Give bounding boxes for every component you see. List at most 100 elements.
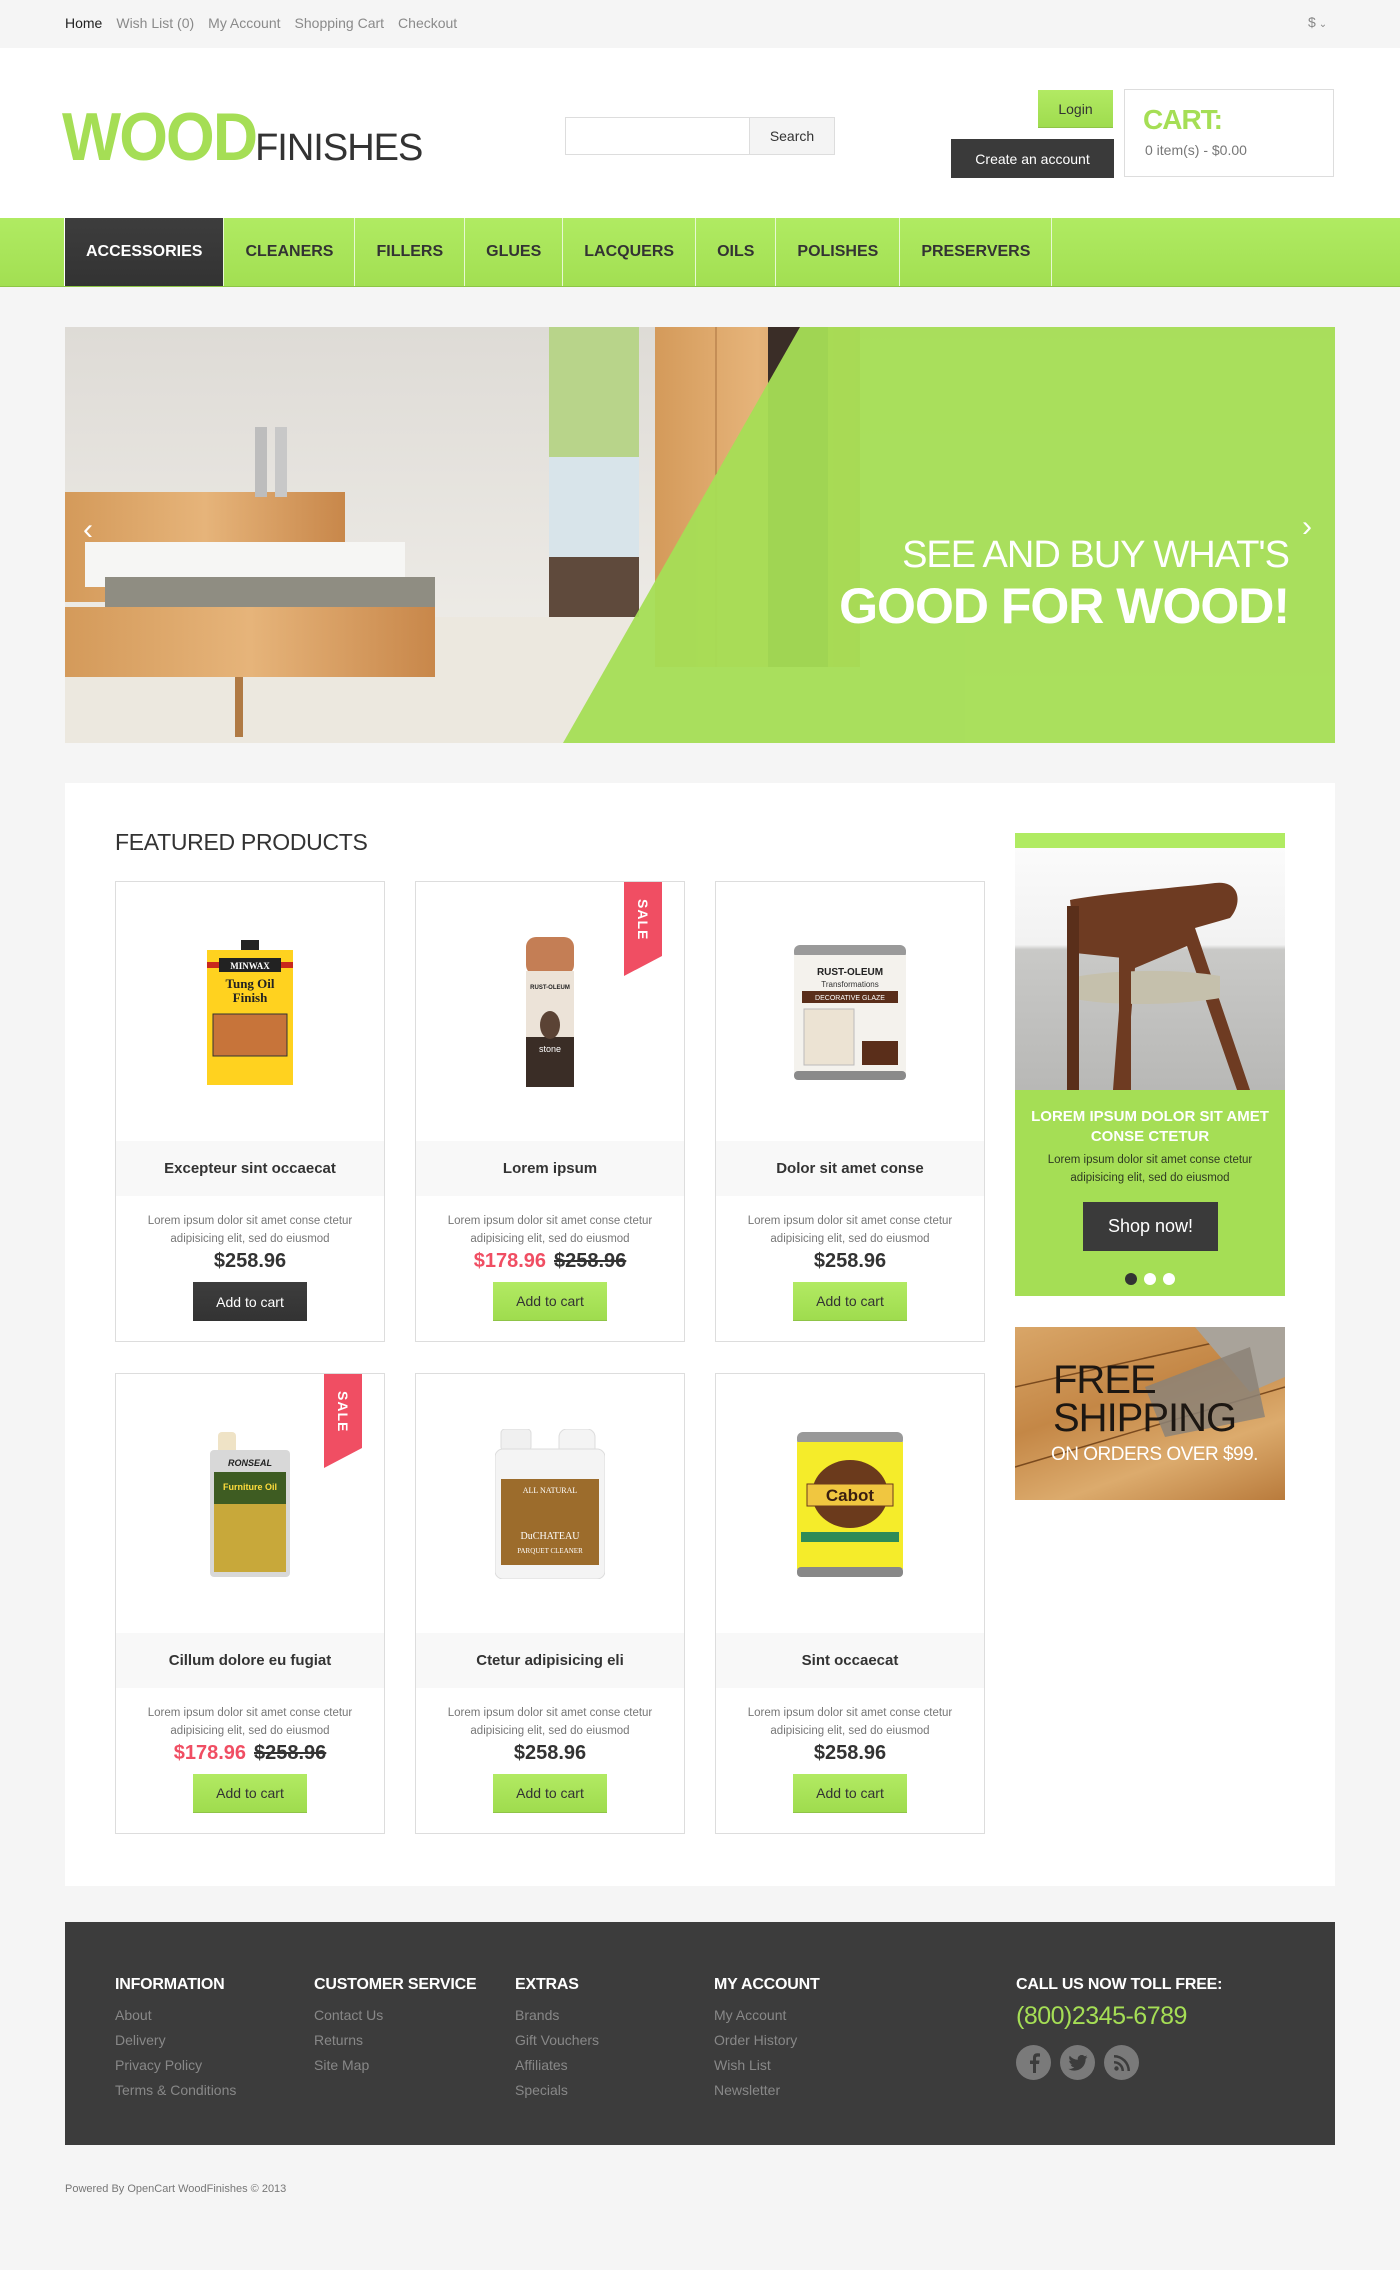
free-shipping-banner[interactable]: FREE SHIPPING ON ORDERS OVER $99. (1015, 1327, 1285, 1500)
call-us-title: CALL US NOW TOLL FREE: (1016, 1976, 1223, 1993)
product-name[interactable]: Cillum dolore eu fugiat (116, 1633, 384, 1688)
top-link-my-account[interactable]: My Account (208, 15, 280, 31)
chevron-left-icon[interactable]: ‹ (83, 513, 93, 547)
nav-item-oils[interactable]: OILS (696, 218, 777, 286)
product-card: SALE RONSEAL Furniture Oil Cillum dolore … (115, 1373, 385, 1834)
footer-link-about[interactable]: About (115, 2003, 236, 2028)
add-to-cart-button[interactable]: Add to cart (193, 1774, 307, 1813)
promo-banner: LOREM IPSUM DOLOR SIT AMET CONSE CTETUR … (1015, 833, 1285, 1296)
search-input[interactable] (566, 118, 749, 154)
add-to-cart-button[interactable]: Add to cart (793, 1774, 907, 1813)
nav-item-lacquers[interactable]: LACQUERS (563, 218, 697, 286)
product-image[interactable]: RUST-OLEUM Transformations DECORATIVE GLAZ… (716, 882, 984, 1142)
product-image[interactable]: RUST-OLEUM stone (416, 882, 684, 1142)
price-value: $258.96 (813, 1742, 887, 1764)
price-value: $258.96 (813, 1250, 887, 1272)
product-price: $258.96 (716, 1250, 984, 1273)
footer-contact: CALL US NOW TOLL FREE: (800)2345-6789 (1016, 1976, 1222, 2080)
svg-text:Transformations: Transformations (821, 980, 879, 989)
footer-link-delivery[interactable]: Delivery (115, 2028, 236, 2053)
create-account-button[interactable]: Create an account (951, 139, 1114, 178)
twitter-icon[interactable] (1060, 2045, 1095, 2080)
product-price: $258.96 (116, 1250, 384, 1273)
product-image[interactable]: RONSEAL Furniture Oil (116, 1374, 384, 1634)
product-card: SALE RUST-OLEUM stone Lorem ipsum Lorem i… (415, 881, 685, 1342)
nav-item-preservers[interactable]: PRESERVERS (900, 218, 1053, 286)
top-link-home[interactable]: Home (65, 15, 102, 31)
product-name[interactable]: Sint occaecat (716, 1633, 984, 1688)
footer-link-affiliates[interactable]: Affiliates (515, 2053, 599, 2078)
footer-link-brands[interactable]: Brands (515, 2003, 599, 2028)
chevron-right-icon[interactable]: › (1302, 510, 1312, 544)
shop-now-button[interactable]: Shop now! (1083, 1202, 1218, 1251)
footer-link-terms[interactable]: Terms & Conditions (115, 2078, 236, 2103)
add-to-cart-button[interactable]: Add to cart (193, 1282, 307, 1321)
product-name[interactable]: Dolor sit amet conse (716, 1141, 984, 1196)
svg-text:stone: stone (539, 1044, 561, 1054)
promo-dot-2[interactable] (1144, 1273, 1156, 1285)
category-nav: ACCESSORIES CLEANERS FILLERS GLUES LACQU… (0, 218, 1400, 287)
product-description: Lorem ipsum dolor sit amet conse ctetur … (147, 1215, 353, 1245)
product-name[interactable]: Excepteur sint occaecat (116, 1141, 384, 1196)
search-button[interactable]: Search (749, 118, 834, 154)
main-content: FEATURED PRODUCTS MINWAX Tung Oil Finish E… (65, 783, 1335, 1886)
product-name[interactable]: Ctetur adipisicing eli (416, 1633, 684, 1688)
svg-text:Finish: Finish (233, 990, 268, 1005)
top-link-checkout[interactable]: Checkout (398, 15, 457, 31)
product-price: $178.96 $258.96 (416, 1250, 684, 1273)
featured-products-title: FEATURED PRODUCTS (115, 829, 368, 855)
hero-headline-line1: SEE AND BUY WHAT'S (902, 534, 1290, 576)
product-image[interactable]: MINWAX Tung Oil Finish (116, 882, 384, 1142)
rss-icon[interactable] (1104, 2045, 1139, 2080)
footer-col-title: MY ACCOUNT (714, 1976, 820, 1993)
header: WOODFINISHES Search Login Create an acco… (0, 48, 1400, 218)
facebook-icon[interactable] (1016, 2045, 1051, 2080)
chair-image[interactable] (1015, 848, 1285, 1090)
nav-item-accessories[interactable]: ACCESSORIES (65, 218, 225, 286)
svg-text:Tung Oil: Tung Oil (225, 976, 274, 991)
footer-link-privacy-policy[interactable]: Privacy Policy (115, 2053, 236, 2078)
svg-text:ALL NATURAL: ALL NATURAL (523, 1486, 578, 1495)
currency-selector[interactable]: $ ⌄ (1308, 14, 1327, 30)
nav-item-fillers[interactable]: FILLERS (355, 218, 466, 286)
nav-item-cleaners[interactable]: CLEANERS (224, 218, 356, 286)
top-link-shopping-cart[interactable]: Shopping Cart (295, 15, 385, 31)
footer-link-contact-us[interactable]: Contact Us (314, 2003, 476, 2028)
footer-link-wish-list[interactable]: Wish List (714, 2053, 820, 2078)
product-image[interactable]: Cabot (716, 1374, 984, 1634)
add-to-cart-button[interactable]: Add to cart (493, 1282, 607, 1321)
product-image[interactable]: ALL NATURAL DuCHATEAU PARQUET CLEANER (416, 1374, 684, 1634)
old-price: $258.96 (254, 1742, 327, 1764)
add-to-cart-button[interactable]: Add to cart (793, 1282, 907, 1321)
footer-link-returns[interactable]: Returns (314, 2028, 476, 2053)
cart-title: CART: (1143, 104, 1223, 135)
add-to-cart-button[interactable]: Add to cart (493, 1774, 607, 1813)
social-links (1016, 2045, 1222, 2080)
product-card: MINWAX Tung Oil Finish Excepteur sint occa… (115, 881, 385, 1342)
footer-link-order-history[interactable]: Order History (714, 2028, 820, 2053)
product-name[interactable]: Lorem ipsum (416, 1141, 684, 1196)
top-links: Home Wish List (0) My Account Shopping C… (65, 15, 457, 31)
footer-link-my-account[interactable]: My Account (714, 2003, 820, 2028)
svg-text:DECORATIVE GLAZE: DECORATIVE GLAZE (815, 995, 885, 1002)
footer-link-newsletter[interactable]: Newsletter (714, 2078, 820, 2103)
top-link-wishlist[interactable]: Wish List (0) (116, 15, 194, 31)
phone-number[interactable]: (800)2345-6789 (1016, 2002, 1222, 2031)
footer-link-specials[interactable]: Specials (515, 2078, 599, 2103)
footer-link-gift-vouchers[interactable]: Gift Vouchers (515, 2028, 599, 2053)
logo[interactable]: WOODFINISHES (62, 98, 423, 176)
svg-text:RONSEAL: RONSEAL (228, 1458, 272, 1468)
product-card: RUST-OLEUM Transformations DECORATIVE GLAZ… (715, 881, 985, 1342)
nav-item-polishes[interactable]: POLISHES (776, 218, 901, 286)
svg-text:DuCHATEAU: DuCHATEAU (521, 1531, 581, 1542)
product-price: $258.96 (716, 1742, 984, 1765)
login-button[interactable]: Login (1038, 90, 1113, 128)
nav-item-glues[interactable]: GLUES (465, 218, 564, 286)
promo-dot-1[interactable] (1125, 1273, 1137, 1285)
product-price: $258.96 (416, 1742, 684, 1765)
footer: INFORMATION About Delivery Privacy Polic… (65, 1922, 1335, 2145)
footer-link-site-map[interactable]: Site Map (314, 2053, 476, 2078)
promo-dot-3[interactable] (1163, 1273, 1175, 1285)
cart-summary[interactable]: CART: 0 item(s) - $0.00 (1124, 89, 1334, 177)
product-card: ALL NATURAL DuCHATEAU PARQUET CLEANER Ctet… (415, 1373, 685, 1834)
